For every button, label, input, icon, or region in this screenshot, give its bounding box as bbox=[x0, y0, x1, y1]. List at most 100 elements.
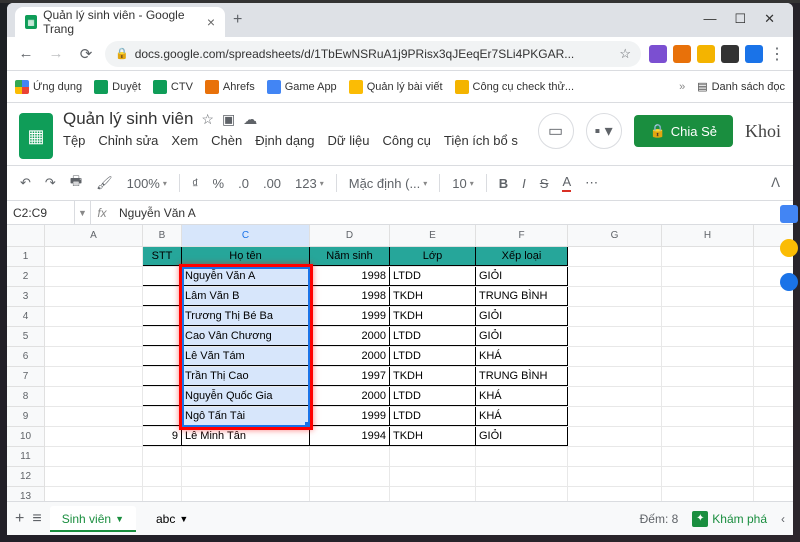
cell[interactable]: 1998 bbox=[310, 287, 390, 306]
all-sheets-button[interactable]: ≡ bbox=[32, 510, 41, 528]
cell[interactable] bbox=[568, 467, 662, 486]
url-input[interactable]: 🔒 docs.google.com/spreadsheets/d/1TbEwNS… bbox=[105, 41, 641, 67]
cell[interactable]: TRUNG BÌNH bbox=[476, 287, 568, 306]
cell[interactable]: 1998 bbox=[310, 267, 390, 286]
row-header[interactable]: 3 bbox=[7, 287, 44, 307]
menu-file[interactable]: Tệp bbox=[63, 133, 85, 148]
menu-data[interactable]: Dữ liệu bbox=[328, 133, 370, 148]
print-button[interactable]: 🖶 bbox=[65, 170, 87, 196]
cell[interactable]: TKDH bbox=[390, 427, 476, 446]
keep-icon[interactable] bbox=[780, 239, 798, 257]
browser-tab[interactable]: Quản lý sinh viên - Google Trang × bbox=[15, 7, 225, 37]
formula-bar[interactable]: Nguyễn Văn A bbox=[113, 206, 202, 220]
cell[interactable] bbox=[310, 467, 390, 486]
bold-button[interactable]: B bbox=[494, 170, 513, 196]
cell[interactable] bbox=[182, 487, 310, 501]
cell[interactable]: 1997 bbox=[310, 367, 390, 386]
cell[interactable]: KHÁ bbox=[476, 407, 568, 426]
cell[interactable]: Nguyễn Văn A bbox=[182, 267, 310, 286]
bookmark-item[interactable]: Game App bbox=[267, 80, 337, 94]
cell[interactable] bbox=[568, 287, 662, 306]
cell[interactable]: GIỎI bbox=[476, 327, 568, 346]
cell[interactable] bbox=[310, 487, 390, 501]
move-icon[interactable]: ▣ bbox=[222, 111, 235, 128]
cell[interactable]: Ngô Tấn Tài bbox=[182, 407, 310, 426]
ext-icon[interactable] bbox=[673, 45, 691, 63]
cell[interactable] bbox=[476, 467, 568, 486]
cell[interactable] bbox=[143, 467, 182, 486]
cell[interactable]: LTDD bbox=[390, 327, 476, 346]
cell[interactable] bbox=[568, 247, 662, 266]
sheets-logo[interactable] bbox=[19, 113, 53, 159]
chevron-down-icon[interactable]: ▼ bbox=[75, 201, 91, 224]
cell[interactable]: TKDH bbox=[390, 287, 476, 306]
bookmark-item[interactable]: Duyệt bbox=[94, 80, 141, 94]
new-tab-button[interactable]: + bbox=[233, 11, 242, 29]
cell[interactable] bbox=[662, 487, 754, 501]
cell[interactable]: GIỎI bbox=[476, 307, 568, 326]
redo-button[interactable]: ↷ bbox=[40, 170, 61, 196]
cell[interactable] bbox=[390, 447, 476, 466]
cell[interactable] bbox=[45, 487, 143, 501]
col-header[interactable]: D bbox=[310, 225, 390, 246]
row-header[interactable]: 4 bbox=[7, 307, 44, 327]
font-size-select[interactable]: 10 bbox=[447, 170, 478, 196]
cell[interactable] bbox=[143, 307, 182, 326]
text-color-button[interactable]: A bbox=[557, 170, 576, 196]
cell[interactable] bbox=[476, 447, 568, 466]
cell[interactable] bbox=[662, 247, 754, 266]
cell[interactable]: Nguyễn Quốc Gia bbox=[182, 387, 310, 406]
cell[interactable]: GIỎI bbox=[476, 427, 568, 446]
star-icon[interactable]: ☆ bbox=[201, 111, 214, 128]
cell[interactable]: Xếp loại bbox=[476, 247, 568, 266]
close-window-icon[interactable]: ✕ bbox=[764, 11, 775, 27]
calendar-icon[interactable] bbox=[780, 205, 798, 223]
bookmark-item[interactable]: Quản lý bài viết bbox=[349, 80, 443, 94]
reading-list[interactable]: ▤Danh sách đọc bbox=[697, 80, 785, 93]
ext-icon[interactable] bbox=[697, 45, 715, 63]
cell[interactable]: Lớp bbox=[390, 247, 476, 266]
collapse-toolbar-button[interactable]: ᐱ bbox=[766, 170, 785, 196]
cell[interactable] bbox=[45, 267, 143, 286]
cell[interactable] bbox=[45, 247, 143, 266]
cell[interactable]: LTDD bbox=[390, 267, 476, 286]
cell[interactable]: KHÁ bbox=[476, 347, 568, 366]
cell[interactable]: LTDD bbox=[390, 407, 476, 426]
cell[interactable] bbox=[568, 267, 662, 286]
cell[interactable]: Lâm Văn B bbox=[182, 287, 310, 306]
cell[interactable] bbox=[45, 307, 143, 326]
share-button[interactable]: 🔒Chia Sẻ bbox=[634, 115, 733, 147]
cell[interactable] bbox=[45, 447, 143, 466]
cell[interactable] bbox=[45, 287, 143, 306]
row-header[interactable]: 1 bbox=[7, 247, 44, 267]
ext-icon[interactable] bbox=[745, 45, 763, 63]
italic-button[interactable]: I bbox=[517, 170, 531, 196]
sheet-tab-active[interactable]: Sinh viên ▼ bbox=[50, 506, 136, 532]
spreadsheet-grid[interactable]: 1 2 3 4 5 6 7 8 9 10 11 12 13 A B C D E … bbox=[7, 225, 793, 501]
format-more-button[interactable]: 123 bbox=[290, 170, 329, 196]
cell[interactable]: 2000 bbox=[310, 387, 390, 406]
cell[interactable] bbox=[568, 387, 662, 406]
forward-icon[interactable]: → bbox=[45, 43, 67, 65]
reload-icon[interactable]: ⟳ bbox=[75, 43, 97, 65]
row-header[interactable]: 8 bbox=[7, 387, 44, 407]
menu-format[interactable]: Định dạng bbox=[255, 133, 314, 148]
cell[interactable] bbox=[45, 347, 143, 366]
cell[interactable]: STT bbox=[143, 247, 182, 266]
cell[interactable]: Trần Thị Cao bbox=[182, 367, 310, 386]
doc-title[interactable]: Quản lý sinh viên bbox=[63, 109, 193, 129]
strike-button[interactable]: S bbox=[535, 170, 554, 196]
cell[interactable] bbox=[662, 447, 754, 466]
paint-format-button[interactable]: 🖌 bbox=[91, 170, 118, 196]
tasks-icon[interactable] bbox=[780, 273, 798, 291]
cell[interactable] bbox=[568, 367, 662, 386]
cell[interactable] bbox=[390, 487, 476, 501]
cell[interactable] bbox=[662, 387, 754, 406]
cell[interactable]: 9 bbox=[143, 427, 182, 446]
row-header[interactable]: 7 bbox=[7, 367, 44, 387]
add-sheet-button[interactable]: + bbox=[15, 510, 24, 528]
cell[interactable]: 2000 bbox=[310, 327, 390, 346]
cell[interactable] bbox=[568, 347, 662, 366]
col-header[interactable]: B bbox=[143, 225, 182, 246]
chevron-left-icon[interactable]: ‹ bbox=[781, 512, 785, 526]
